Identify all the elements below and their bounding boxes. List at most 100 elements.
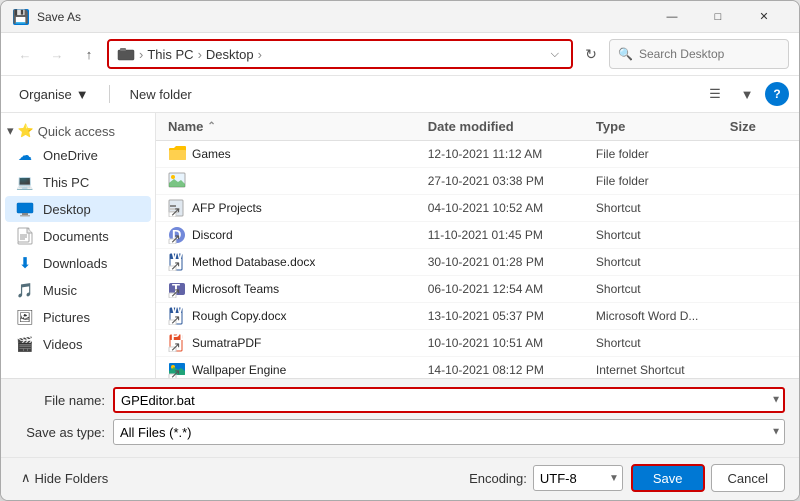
sidebar-item-desktop[interactable]: Desktop [5,196,151,222]
view-options-button[interactable]: ▼ [733,80,761,108]
table-row[interactable]: D↗ Discord 11-10-2021 01:45 PM Shortcut [156,222,799,249]
filelist-container: Name ⌃ Date modified Type Size Games 1 [156,113,799,378]
saveas-row: Save as type: All Files (*.*) ▼ [15,419,785,445]
table-row[interactable]: 27-10-2021 03:38 PM File folder [156,168,799,195]
table-row[interactable]: W↗ Rough Copy.docx 13-10-2021 05:37 PM M… [156,303,799,330]
col-header-date[interactable]: Date modified [424,117,592,136]
refresh-button[interactable]: ↻ [577,40,605,68]
file-date: 06-10-2021 12:54 AM [424,281,592,297]
cancel-button[interactable]: Cancel [711,464,785,492]
back-button[interactable]: ← [11,40,39,68]
toolbar-row: Organise ▼ New folder ☰ ▼ ? [1,76,799,113]
hide-folders-label: Hide Folders [35,471,109,486]
sidebar-item-onedrive[interactable]: ☁ OneDrive [5,142,151,168]
table-row[interactable]: ↗ Wallpaper Engine 14-10-2021 08:12 PM I… [156,357,799,378]
search-box[interactable]: 🔍 [609,39,789,69]
sort-arrow: ⌃ [207,121,215,132]
sidebar-item-quick-access[interactable]: ▾ ⭐ Quick access [1,117,155,141]
address-box[interactable]: › This PC › Desktop › ⌵ [107,39,573,69]
file-size [726,234,791,236]
up-button[interactable]: ↑ [75,40,103,68]
table-row[interactable]: PDF↗ SumatraPDF 10-10-2021 10:51 AM Shor… [156,330,799,357]
file-type-text: Shortcut [592,281,726,297]
videos-label: Videos [43,337,83,352]
pictures-label: Pictures [43,310,90,325]
file-date: 14-10-2021 08:12 PM [424,362,592,378]
file-name-cell: W↗ Method Database.docx [164,252,424,272]
encoding-select[interactable]: UTF-8 [533,465,623,491]
sidebar-item-pictures[interactable]: 🖼 Pictures [5,304,151,330]
file-size [726,342,791,344]
svg-text:↗: ↗ [170,204,181,217]
file-type-text: Internet Shortcut [592,362,726,378]
address-chevron-button[interactable]: ⌵ [547,46,563,63]
col-header-type[interactable]: Type [592,117,726,136]
computer-icon [117,45,135,63]
videos-icon: 🎬 [15,336,35,352]
view-toggle-button[interactable]: ☰ [701,80,729,108]
organise-chevron-icon: ▼ [76,87,89,102]
file-name-label: Wallpaper Engine [192,363,286,377]
svg-text:↗: ↗ [170,231,181,244]
file-date: 10-10-2021 10:51 AM [424,335,592,351]
new-folder-button[interactable]: New folder [122,83,200,106]
saveas-select[interactable]: All Files (*.*) [113,419,785,445]
svg-text:↗: ↗ [170,285,181,298]
toolbar-divider [109,85,110,103]
file-date: 13-10-2021 05:37 PM [424,308,592,324]
address-desktop: Desktop [206,47,254,62]
svg-text:↗: ↗ [170,312,181,325]
forward-button[interactable]: → [43,40,71,68]
file-type-icon [168,172,186,190]
footer-row: ∧ Hide Folders Encoding: UTF-8 ▼ Save Ca… [1,457,799,500]
this-pc-label: This PC [43,175,89,190]
col-header-name[interactable]: Name ⌃ [164,117,424,136]
file-name-cell: ↗ Wallpaper Engine [164,360,424,378]
file-name-cell: Games [164,144,424,164]
encoding-select-wrap: UTF-8 ▼ [533,465,623,491]
file-date: 04-10-2021 10:52 AM [424,200,592,216]
file-name-label: AFP Projects [192,201,262,215]
organise-label: Organise [19,87,72,102]
file-name-label: SumatraPDF [192,336,261,350]
search-input[interactable] [639,47,780,61]
maximize-button[interactable]: □ [695,1,741,33]
titlebar-icon: 💾 [13,9,29,25]
table-row[interactable]: ↗ AFP Projects 04-10-2021 10:52 AM Short… [156,195,799,222]
file-size [726,207,791,209]
onedrive-label: OneDrive [43,148,98,163]
file-size [726,180,791,182]
sidebar-item-downloads[interactable]: ⬇ Downloads [5,250,151,276]
toolbar-right: ☰ ▼ ? [701,80,789,108]
bottom-area: File name: ▼ Save as type: All Files (*.… [1,378,799,457]
sidebar-item-documents[interactable]: Documents [5,223,151,249]
table-row[interactable]: T↗ Microsoft Teams 06-10-2021 12:54 AM S… [156,276,799,303]
address-this-pc: This PC [147,47,193,62]
help-button[interactable]: ? [765,82,789,106]
filename-input[interactable] [113,387,785,413]
sidebar-item-videos[interactable]: 🎬 Videos [5,331,151,357]
file-name-cell: T↗ Microsoft Teams [164,279,424,299]
file-type-icon: T↗ [168,280,186,298]
svg-text:↗: ↗ [170,366,181,378]
file-type-text: Shortcut [592,335,726,351]
sidebar-item-this-pc[interactable]: 💻 This PC [5,169,151,195]
documents-label: Documents [43,229,109,244]
col-header-size[interactable]: Size [726,117,791,136]
sidebar-item-music[interactable]: 🎵 Music [5,277,151,303]
minimize-button[interactable]: — [649,1,695,33]
file-type-icon: W↗ [168,253,186,271]
table-row[interactable]: W↗ Method Database.docx 30-10-2021 01:28… [156,249,799,276]
svg-text:↗: ↗ [170,339,181,352]
save-button[interactable]: Save [631,464,705,492]
file-date: 27-10-2021 03:38 PM [424,173,592,189]
table-row[interactable]: Games 12-10-2021 11:12 AM File folder [156,141,799,168]
encoding-area: Encoding: UTF-8 ▼ [469,465,623,491]
desktop-icon [15,201,35,217]
close-button[interactable]: ✕ [741,1,787,33]
organise-button[interactable]: Organise ▼ [11,83,97,106]
new-folder-label: New folder [130,87,192,102]
hide-folders-button[interactable]: ∧ Hide Folders [15,466,114,490]
addressbar-row: ← → ↑ › This PC › Desktop › ⌵ ↻ 🔍 [1,33,799,76]
sidebar: ▾ ⭐ Quick access ☁ OneDrive 💻 This PC [1,113,156,378]
